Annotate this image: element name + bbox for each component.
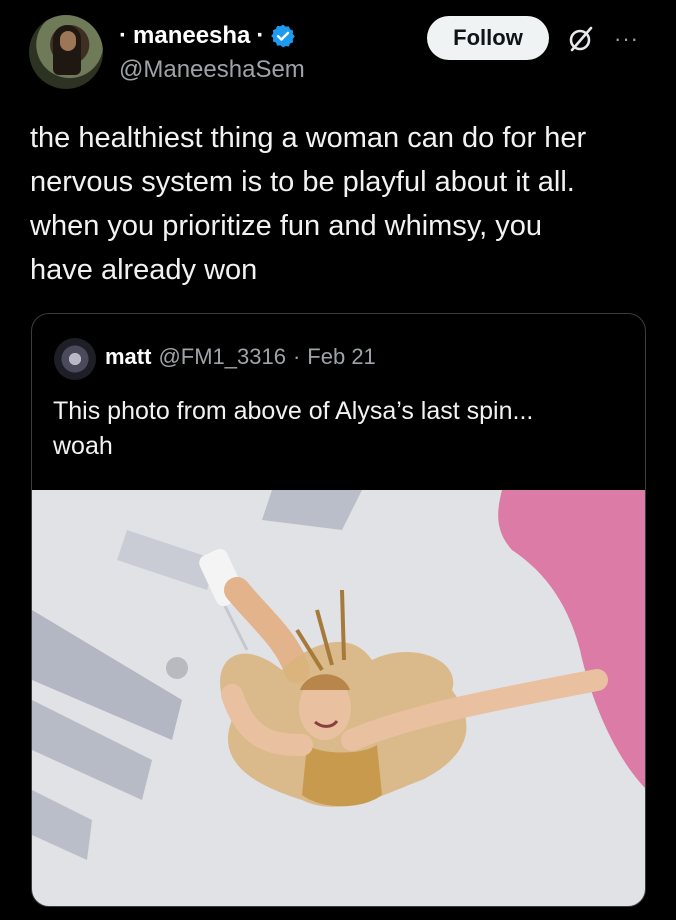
name-prefix: ·: [119, 22, 127, 49]
author-handle[interactable]: @ManeeshaSem: [119, 56, 305, 84]
quoted-author-name[interactable]: matt: [105, 344, 151, 370]
tweet-text: the healthiest thing a woman can do for …: [30, 122, 587, 286]
author-name-row[interactable]: · maneesha ·: [119, 20, 296, 52]
tweet-header: · maneesha · @ManeeshaSem Follow ···: [0, 0, 676, 100]
avatar-face: [60, 31, 76, 51]
author-name[interactable]: maneesha: [133, 22, 250, 50]
skater-photo[interactable]: [32, 490, 646, 907]
more-options-icon[interactable]: ···: [614, 26, 639, 52]
follow-button[interactable]: Follow: [427, 16, 549, 60]
name-suffix: ·: [256, 22, 265, 49]
quoted-author-handle[interactable]: @FM1_3316: [158, 344, 286, 370]
verified-badge-icon: [271, 24, 296, 48]
quoted-author-avatar[interactable]: [54, 338, 96, 380]
quoted-date[interactable]: Feb 21: [307, 344, 376, 370]
meta-separator: ·: [292, 344, 301, 369]
quoted-tweet[interactable]: matt @FM1_3316 · Feb 21 This photo from …: [31, 313, 646, 907]
grok-icon[interactable]: [566, 24, 596, 54]
quoted-meta: matt @FM1_3316 · Feb 21: [105, 344, 376, 370]
quoted-text: This photo from above of Alysa’s last sp…: [53, 397, 534, 460]
author-avatar[interactable]: [29, 15, 103, 89]
